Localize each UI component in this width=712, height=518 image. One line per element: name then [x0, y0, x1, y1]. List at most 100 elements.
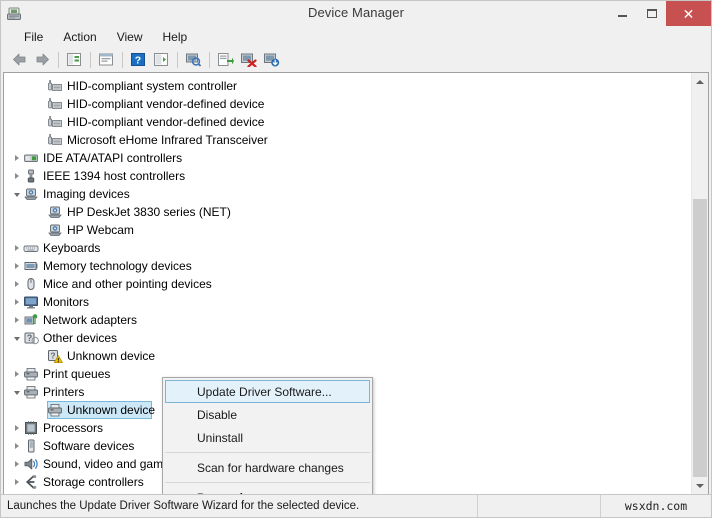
- chevron-up-icon: [696, 79, 704, 84]
- tree-item[interactable]: IDE ATA/ATAPI controllers: [4, 149, 690, 167]
- toolbar-separator-5: [209, 51, 210, 68]
- tree-item-label: HID-compliant vendor-defined device: [67, 97, 265, 111]
- expander-placeholder: [34, 347, 47, 365]
- show-hide-action-pane-button[interactable]: [150, 49, 172, 70]
- expand-triangle-icon[interactable]: [10, 239, 23, 257]
- uninstall-device-button[interactable]: [237, 49, 259, 70]
- show-hide-console-tree-button[interactable]: [63, 49, 85, 70]
- tree-item[interactable]: ? Unknown device: [4, 347, 690, 365]
- expander-placeholder: [34, 401, 47, 419]
- hid-device-icon: [47, 114, 63, 130]
- network-adapter-icon: [23, 312, 39, 328]
- expand-triangle-icon[interactable]: [10, 149, 23, 167]
- expand-triangle-icon[interactable]: [10, 275, 23, 293]
- help-button[interactable]: ?: [127, 49, 149, 70]
- expander-placeholder: [34, 131, 47, 149]
- scroll-up-button[interactable]: [692, 73, 708, 90]
- tree-item-label: Other devices: [43, 331, 118, 345]
- tree-item[interactable]: HP DeskJet 3830 series (NET): [4, 203, 690, 221]
- ide-controller-icon: [23, 150, 39, 166]
- arrow-right-icon: [36, 53, 49, 66]
- expand-triangle-icon[interactable]: [10, 419, 23, 437]
- expand-triangle-icon[interactable]: [10, 473, 23, 491]
- expander-placeholder: [34, 221, 47, 239]
- tree-item[interactable]: Monitors: [4, 293, 690, 311]
- tree-item[interactable]: Imaging devices: [4, 185, 690, 203]
- scrollbar-thumb[interactable]: [693, 199, 707, 477]
- tree-item-label: Keyboards: [43, 241, 101, 255]
- expand-triangle-icon[interactable]: [10, 437, 23, 455]
- tree-item-label: HID-compliant vendor-defined device: [67, 115, 265, 129]
- device-manager-window: Device Manager ✕ File Action View Help ?…: [0, 0, 712, 518]
- expand-triangle-icon[interactable]: [10, 257, 23, 275]
- properties-button[interactable]: [95, 49, 117, 70]
- expander-placeholder: [34, 203, 47, 221]
- expand-triangle-icon[interactable]: [10, 311, 23, 329]
- expand-triangle-icon[interactable]: [10, 167, 23, 185]
- tree-item[interactable]: Mice and other pointing devices: [4, 275, 690, 293]
- context-menu-item[interactable]: Disable: [165, 403, 370, 426]
- collapse-triangle-icon[interactable]: [10, 329, 23, 347]
- tree-item-label: Software devices: [43, 439, 135, 453]
- tree-item-label: IEEE 1394 host controllers: [43, 169, 186, 183]
- toolbar: ?: [1, 47, 711, 72]
- tree-item[interactable]: Microsoft eHome Infrared Transceiver: [4, 131, 690, 149]
- minimize-icon: [618, 15, 627, 17]
- tree-item-label: Print queues: [43, 367, 111, 381]
- system-device-icon: [23, 492, 39, 494]
- tree-item[interactable]: HID-compliant system controller: [4, 77, 690, 95]
- storage-controller-icon: [23, 474, 39, 490]
- hid-device-icon: [47, 78, 63, 94]
- svg-text:?: ?: [135, 55, 141, 67]
- tree-item[interactable]: Keyboards: [4, 239, 690, 257]
- scan-for-hardware-changes-button[interactable]: [182, 49, 204, 70]
- imaging-device-icon: [47, 222, 63, 238]
- context-menu[interactable]: Update Driver Software... Disable Uninstal…: [162, 377, 373, 494]
- tree-item-label: HP DeskJet 3830 series (NET): [67, 205, 231, 219]
- menu-view[interactable]: View: [108, 28, 152, 46]
- unknown-device-warning-icon: ?: [47, 348, 63, 364]
- vertical-scrollbar[interactable]: [691, 73, 708, 494]
- tree-item-label: Unknown device: [67, 349, 156, 363]
- console-tree-icon: [67, 53, 81, 66]
- expand-triangle-icon[interactable]: [10, 455, 23, 473]
- expand-triangle-icon[interactable]: [10, 491, 23, 494]
- sound-icon: [23, 456, 39, 472]
- collapse-triangle-icon[interactable]: [10, 383, 23, 401]
- disable-device-button[interactable]: [260, 49, 282, 70]
- context-menu-item[interactable]: Uninstall: [165, 426, 370, 449]
- context-menu-item[interactable]: Scan for hardware changes: [165, 456, 370, 479]
- menu-file[interactable]: File: [15, 28, 52, 46]
- tree-item[interactable]: IEEE 1394 host controllers: [4, 167, 690, 185]
- menu-action[interactable]: Action: [54, 28, 105, 46]
- expand-triangle-icon[interactable]: [10, 365, 23, 383]
- tree-item[interactable]: HID-compliant vendor-defined device: [4, 95, 690, 113]
- collapse-triangle-icon[interactable]: [10, 185, 23, 203]
- context-menu-item[interactable]: Properties: [165, 486, 370, 495]
- tree-item[interactable]: ? Other devices: [4, 329, 690, 347]
- expander-placeholder: [34, 113, 47, 131]
- forward-button[interactable]: [31, 49, 53, 70]
- scroll-down-button[interactable]: [692, 477, 708, 494]
- update-driver-button[interactable]: [214, 49, 236, 70]
- tree-item-label: HID-compliant system controller: [67, 79, 238, 93]
- device-tree-panel: HID-compliant system controller HID-compl…: [3, 72, 709, 494]
- context-menu-item[interactable]: Update Driver Software...: [165, 380, 370, 403]
- tree-item[interactable]: HID-compliant vendor-defined device: [4, 113, 690, 131]
- back-button[interactable]: [8, 49, 30, 70]
- expand-triangle-icon[interactable]: [10, 293, 23, 311]
- context-menu-separator: [165, 452, 370, 453]
- svg-text:?: ?: [50, 351, 55, 361]
- close-button[interactable]: ✕: [666, 1, 711, 26]
- menu-help[interactable]: Help: [154, 28, 197, 46]
- printer-icon: [47, 402, 63, 418]
- expander-placeholder: [34, 77, 47, 95]
- tree-item[interactable]: Network adapters: [4, 311, 690, 329]
- tree-item-label: IDE ATA/ATAPI controllers: [43, 151, 183, 165]
- maximize-button[interactable]: [637, 1, 666, 26]
- tree-item[interactable]: HP Webcam: [4, 221, 690, 239]
- tree-item-label: Network adapters: [43, 313, 138, 327]
- tree-item[interactable]: Memory technology devices: [4, 257, 690, 275]
- minimize-button[interactable]: [608, 1, 637, 26]
- caption-buttons: ✕: [608, 1, 711, 26]
